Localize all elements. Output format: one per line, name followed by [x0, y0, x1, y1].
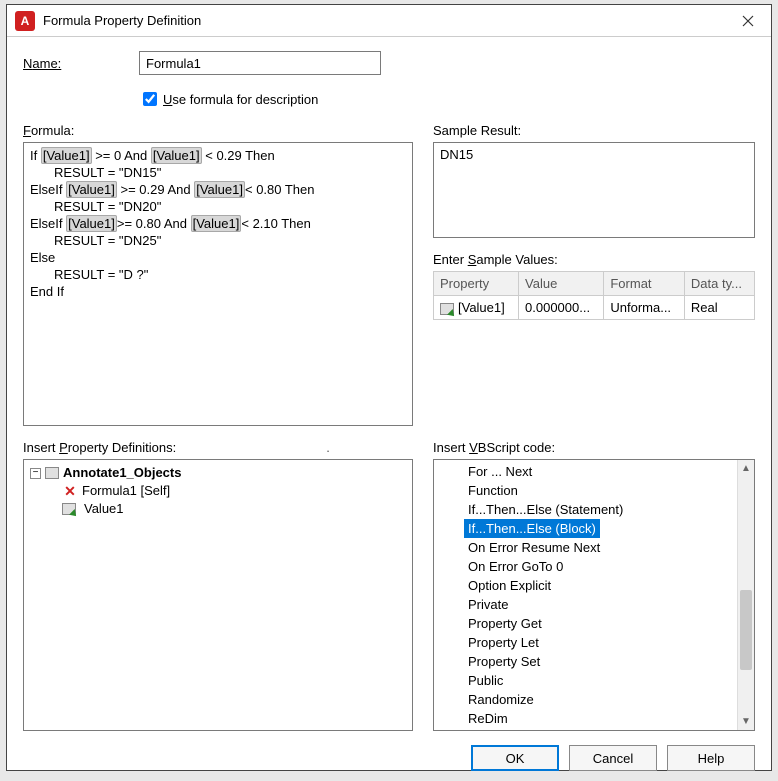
table-row[interactable]: [Value1]0.000000...Unforma...Real — [434, 296, 755, 320]
tree-item-label: Formula1 [Self] — [82, 482, 170, 500]
sample-values-table[interactable]: PropertyValueFormatData ty... [Value1]0.… — [433, 271, 755, 320]
scroll-down-icon[interactable]: ▼ — [738, 713, 754, 730]
list-item[interactable]: Property Let — [464, 633, 754, 652]
use-formula-checkbox[interactable] — [143, 92, 157, 106]
use-formula-label: Use formula for description — [163, 92, 318, 107]
formula-label: Formula: — [23, 123, 413, 138]
list-item[interactable]: Property Get — [464, 614, 754, 633]
insert-vb-label: Insert VBScript code: — [433, 440, 755, 455]
help-button[interactable]: Help — [667, 745, 755, 771]
close-button[interactable] — [725, 5, 771, 37]
formula-editor[interactable]: If [Value1] >= 0 And [Value1] < 0.29 The… — [23, 142, 413, 426]
list-item[interactable]: On Error GoTo 0 — [464, 557, 754, 576]
table-header[interactable]: Property — [434, 272, 519, 296]
window-title: Formula Property Definition — [43, 13, 725, 28]
dialog-window: A Formula Property Definition Name: Use … — [6, 4, 772, 771]
scrollbar[interactable]: ▲ ▼ — [737, 460, 754, 730]
sample-result-label: Sample Result: — [433, 123, 755, 138]
tree-item[interactable]: ✕Formula1 [Self] — [62, 482, 406, 500]
close-icon — [742, 15, 754, 27]
table-header[interactable]: Value — [519, 272, 604, 296]
table-header[interactable]: Data ty... — [684, 272, 754, 296]
insert-prop-label: Insert Property Definitions: — [23, 440, 413, 455]
list-item[interactable]: For ... Next — [464, 462, 754, 481]
tree-item-label: Value1 — [84, 500, 124, 518]
scroll-up-icon[interactable]: ▲ — [738, 460, 754, 477]
cancel-button[interactable]: Cancel — [569, 745, 657, 771]
list-item[interactable]: Public — [464, 671, 754, 690]
list-item[interactable]: If...Then...Else (Statement) — [464, 500, 754, 519]
dialog-content: Name: Use formula for description Formul… — [7, 37, 771, 781]
titlebar[interactable]: A Formula Property Definition — [7, 5, 771, 37]
expander-icon[interactable]: − — [30, 468, 41, 479]
list-item[interactable]: ReDim — [464, 709, 754, 728]
sample-result-box: DN15 — [433, 142, 755, 238]
list-item[interactable]: Randomize — [464, 690, 754, 709]
vbscript-list[interactable]: For ... NextFunctionIf...Then...Else (St… — [433, 459, 755, 731]
property-icon — [62, 503, 76, 515]
list-item[interactable]: On Error Resume Next — [464, 538, 754, 557]
scroll-thumb[interactable] — [740, 590, 752, 670]
object-icon — [45, 467, 59, 479]
app-icon: A — [15, 11, 35, 31]
tree-item[interactable]: Value1 — [62, 500, 406, 518]
name-label: Name: — [23, 56, 139, 71]
list-item[interactable]: Function — [464, 481, 754, 500]
list-item[interactable]: If...Then...Else (Block) — [464, 519, 600, 538]
tree-root[interactable]: − Annotate1_Objects — [30, 464, 406, 482]
property-icon — [440, 303, 454, 315]
tree-root-label: Annotate1_Objects — [63, 464, 181, 482]
list-item[interactable]: Property Set — [464, 652, 754, 671]
list-item[interactable]: Private — [464, 595, 754, 614]
table-header[interactable]: Format — [604, 272, 685, 296]
name-input[interactable] — [139, 51, 381, 75]
property-tree[interactable]: − Annotate1_Objects ✕Formula1 [Self]Valu… — [23, 459, 413, 731]
ok-button[interactable]: OK — [471, 745, 559, 771]
list-item[interactable]: Option Explicit — [464, 576, 754, 595]
sample-values-label: Enter Sample Values: — [433, 252, 755, 267]
delete-icon: ✕ — [62, 482, 78, 500]
